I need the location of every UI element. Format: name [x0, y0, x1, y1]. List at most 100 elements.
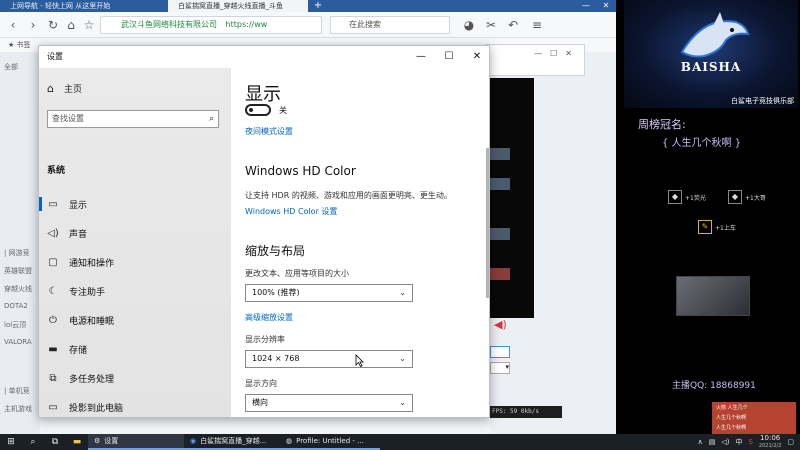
- side-item[interactable]: VALORA: [4, 338, 32, 346]
- hdr-settings-link[interactable]: Windows HD Color 设置: [245, 206, 337, 217]
- side-item[interactable]: 穿越火线: [4, 284, 32, 294]
- sidebar-item-1[interactable]: ◁) 声音: [39, 219, 231, 247]
- gift-entry: ◆ +1大哥: [728, 190, 766, 204]
- taskbar-obs[interactable]: ◍ Profile: Untitled - ...: [280, 434, 380, 450]
- maximize-button[interactable]: ☐: [435, 46, 463, 68]
- windows-icon[interactable]: ⊞: [0, 434, 22, 450]
- settings-search-placeholder: 查找设置: [52, 114, 84, 123]
- home-icon[interactable]: ⌂: [64, 18, 78, 32]
- browser-tab-navigation[interactable]: 上网导航 - 轻快上网 从这里开始: [0, 0, 160, 12]
- new-tab-button[interactable]: +: [312, 0, 324, 12]
- settings-window-title: 设置: [47, 52, 63, 61]
- side-item[interactable]: DOTA2: [4, 302, 28, 310]
- clock[interactable]: 10:06 2021/2/2: [759, 434, 781, 450]
- preview-thumbnail: [490, 228, 510, 240]
- settings-titlebar[interactable]: 设置 — ☐ ✕: [39, 46, 489, 68]
- close-button[interactable]: ✕: [463, 46, 489, 68]
- taskbar-settings[interactable]: ⚙ 设置: [88, 434, 184, 450]
- sidebar-item-7[interactable]: ▭ 投影到此电脑: [39, 393, 231, 417]
- back-icon[interactable]: ‹: [6, 18, 20, 32]
- sidebar-item-label: 多任务处理: [69, 374, 115, 385]
- menu-icon[interactable]: ≡: [530, 18, 544, 32]
- chevron-down-icon: ⌄: [399, 398, 406, 407]
- logo-caption: 白鲨电子竞技俱乐部: [731, 97, 794, 105]
- browser-minimize-button[interactable]: —: [576, 0, 596, 12]
- resolution-dropdown[interactable]: 1024 × 768 ⌄: [245, 350, 413, 368]
- team-logo: BAISHA 白鲨电子竞技俱乐部: [624, 0, 798, 108]
- sidebar-item-3[interactable]: ☾ 专注助手: [39, 277, 231, 305]
- gift-promo-banner: 火箭 人生几个 人生几个秋啊 人生几个秋啊: [712, 402, 796, 434]
- side-item[interactable]: 主机游戏: [4, 404, 32, 414]
- browser-tab-bar: 上网导航 - 轻快上网 从这里开始 白鲨揣窝直播_穿越火线直播_斗鱼 + — ✕: [0, 0, 616, 12]
- browser-search-input[interactable]: 在此搜索: [330, 16, 450, 34]
- weekly-rank-title: 周榜冠名:: [638, 118, 686, 131]
- refresh-icon[interactable]: ↻: [46, 18, 60, 32]
- tray-arrow-icon[interactable]: ∧: [698, 438, 703, 446]
- cut-icon[interactable]: ✂: [484, 18, 498, 32]
- preview-thumbnail: [490, 178, 510, 190]
- preview-thumbnail: [490, 148, 510, 160]
- ime-indicator[interactable]: 中: [735, 437, 742, 447]
- notification-icon[interactable]: ▢: [787, 438, 794, 446]
- scale-dropdown[interactable]: 100% (推荐) ⌄: [245, 284, 413, 302]
- moon-icon: ☾: [48, 285, 58, 297]
- sidebar-item-6[interactable]: ⧉ 多任务处理: [39, 364, 231, 392]
- forward-icon[interactable]: ›: [26, 18, 40, 32]
- home-nav-item[interactable]: ⌂ 主页: [47, 82, 82, 95]
- taskbar-browser[interactable]: ◉ 白鲨揣窝直播_穿越...: [184, 434, 280, 450]
- gift-icon: ◆: [668, 190, 682, 204]
- qq-label: 主播QQ:: [672, 381, 708, 391]
- browser-close-button[interactable]: ✕: [596, 0, 616, 12]
- game-icon[interactable]: ◕: [462, 18, 476, 32]
- ime-s-icon[interactable]: S: [748, 438, 752, 446]
- preview-selected-box[interactable]: [490, 346, 510, 358]
- clock-time: 10:06: [760, 434, 781, 442]
- gift-icon: ✎: [698, 220, 712, 234]
- settings-search-input[interactable]: 查找设置 ⌕: [47, 110, 219, 128]
- explorer-icon[interactable]: ▬: [66, 434, 88, 450]
- side-item[interactable]: | 网游竞: [4, 248, 30, 258]
- address-bar[interactable]: 武汉斗鱼网络科技有限公司 https://ww: [100, 16, 322, 34]
- bookmark-star-small-icon: ★: [8, 41, 15, 49]
- advanced-scaling-link[interactable]: 高级缩放设置: [245, 312, 293, 323]
- side-item[interactable]: | 单机竞: [4, 386, 30, 396]
- undo-icon[interactable]: ↶: [506, 18, 520, 32]
- speaker-icon: ◁): [47, 227, 59, 239]
- night-light-toggle[interactable]: [245, 104, 271, 116]
- popup-window-controls[interactable]: —☐✕: [534, 49, 580, 58]
- orientation-dropdown[interactable]: 横向 ⌄: [245, 394, 413, 412]
- weekly-rank-name: { 人生几个秋啊 }: [662, 138, 742, 149]
- browser-window-controls: — ✕: [576, 0, 616, 12]
- power-icon: ⏻: [49, 314, 57, 326]
- orientation-value: 横向: [252, 398, 268, 407]
- gear-icon: ⚙: [94, 437, 101, 445]
- search-icon[interactable]: ⌕: [22, 434, 44, 450]
- bookmark-bar-label[interactable]: 书签: [17, 41, 31, 49]
- sidebar-item-4[interactable]: ⏻ 电源和睡眠: [39, 306, 231, 334]
- gift-entry: ✎ +1上车: [698, 220, 736, 234]
- sidebar-item-5[interactable]: ▬ 存储: [39, 335, 231, 363]
- preview-dropdown[interactable]: ▾: [490, 362, 510, 374]
- volume-icon[interactable]: ◀): [494, 318, 508, 332]
- sidebar-item-2[interactable]: ▢ 通知和操作: [39, 248, 231, 276]
- browser-icon: ◉: [190, 437, 197, 445]
- volume-tray-icon[interactable]: ◁): [721, 438, 729, 446]
- player-popup-window: —☐✕: [485, 44, 585, 76]
- content-scrollbar[interactable]: [486, 148, 489, 298]
- browser-tab-stream[interactable]: 白鲨揣窝直播_穿越火线直播_斗鱼: [168, 0, 308, 12]
- network-icon[interactable]: ▤: [709, 438, 716, 446]
- sidebar-item-label: 投影到此电脑: [69, 403, 124, 414]
- sidebar-item-label: 显示: [69, 200, 88, 211]
- sidebar-item-label: 专注助手: [69, 287, 106, 298]
- notification-icon: ▢: [48, 256, 58, 268]
- task-view-icon[interactable]: ⧉: [44, 434, 66, 450]
- minimize-button[interactable]: —: [407, 46, 435, 68]
- bookmark-star-icon[interactable]: ☆: [82, 18, 96, 32]
- side-item[interactable]: lol云顶: [4, 320, 26, 330]
- sidebar-item-0[interactable]: ▭ 显示: [39, 190, 231, 218]
- side-item[interactable]: 全部: [4, 62, 18, 72]
- sidebar-item-label: 电源和睡眠: [69, 316, 115, 327]
- side-item[interactable]: 英雄联盟: [4, 266, 32, 276]
- night-light-settings-link[interactable]: 夜间模式设置: [245, 126, 293, 137]
- chevron-down-icon: ⌄: [399, 354, 406, 363]
